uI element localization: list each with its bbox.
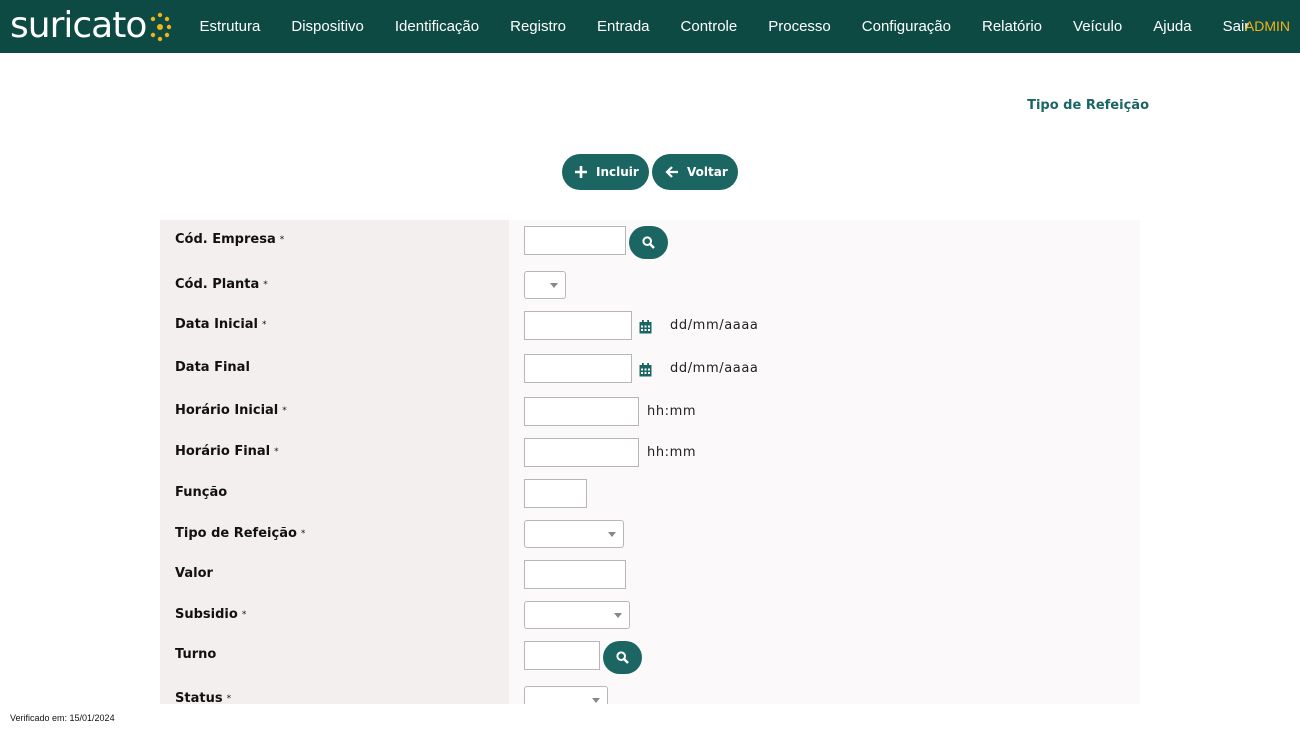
horario-inicial-input[interactable] [524, 397, 639, 426]
form-row-cod-empresa: Cód. Empresa * [160, 220, 1140, 265]
form-row-horario-inicial: Horário Inicial * hh:mm [160, 391, 1140, 432]
chevron-down-icon [592, 698, 600, 703]
logo[interactable]: suricato [10, 4, 172, 48]
menu-item-veiculo[interactable]: Veículo [1058, 18, 1138, 35]
subsidio-select[interactable] [524, 601, 630, 629]
menu-item-ajuda[interactable]: Ajuda [1138, 18, 1207, 35]
field-label: Data Inicial * [175, 317, 267, 332]
turno-input[interactable] [524, 641, 600, 670]
form-row-funcao: Função [160, 473, 1140, 514]
form-row-status: Status * [160, 679, 1140, 704]
menu-item-identificacao[interactable]: Identificação [379, 18, 494, 35]
plus-icon [575, 166, 587, 178]
top-navbar: suricato Estrutura Dispositivo Identific… [0, 0, 1300, 53]
valor-input[interactable] [524, 560, 626, 589]
menu-item-dispositivo[interactable]: Dispositivo [276, 18, 380, 35]
form-row-subsidio: Subsidio * [160, 595, 1140, 636]
time-format-hint: hh:mm [647, 404, 697, 419]
field-label: Horário Final * [175, 444, 279, 459]
verification-date: Verificado em: 15/01/2024 [10, 713, 115, 723]
include-button-label: Incluir [596, 165, 639, 179]
menu-item-relatorio[interactable]: Relatório [967, 18, 1058, 35]
turno-search-button[interactable] [603, 641, 642, 674]
field-label: Status * [175, 691, 232, 704]
field-label: Função [175, 485, 228, 500]
chevron-down-icon [614, 613, 622, 618]
form-row-data-inicial: Data Inicial * dd/mm/aaaa [160, 305, 1140, 348]
time-format-hint: hh:mm [647, 445, 697, 460]
horario-final-input[interactable] [524, 438, 639, 467]
cod-planta-select[interactable] [524, 271, 566, 299]
cod-empresa-search-button[interactable] [629, 226, 668, 259]
cod-empresa-input[interactable] [524, 226, 626, 255]
field-label: Horário Inicial * [175, 403, 287, 418]
search-icon [616, 651, 629, 664]
form-row-cod-planta: Cód. Planta * [160, 265, 1140, 305]
logo-dots-icon [151, 12, 172, 42]
calendar-icon[interactable] [639, 320, 652, 334]
form-row-valor: Valor [160, 555, 1140, 595]
field-label: Turno [175, 647, 217, 662]
date-format-hint: dd/mm/aaaa [670, 318, 759, 333]
menu-item-estrutura[interactable]: Estrutura [184, 18, 276, 35]
form-row-data-final: Data Final dd/mm/aaaa [160, 348, 1140, 391]
date-format-hint: dd/mm/aaaa [670, 361, 759, 376]
menu-item-registro[interactable]: Registro [495, 18, 582, 35]
data-final-input[interactable] [524, 354, 632, 383]
user-name[interactable]: ADMIN [1245, 0, 1290, 53]
main-menu: Estrutura Dispositivo Identificação Regi… [184, 0, 1265, 53]
menu-item-processo[interactable]: Processo [753, 18, 847, 35]
menu-item-entrada[interactable]: Entrada [581, 18, 665, 35]
form-row-tipo-refeicao: Tipo de Refeição * [160, 514, 1140, 555]
back-button-label: Voltar [687, 165, 728, 179]
field-label: Subsidio * [175, 607, 247, 622]
search-icon [642, 236, 655, 249]
menu-item-controle[interactable]: Controle [665, 18, 753, 35]
page-title: Tipo de Refeição [1027, 98, 1149, 113]
field-label: Tipo de Refeição * [175, 526, 306, 541]
meal-type-form: Cód. Empresa * Cód. Planta * Data Inicial *… [160, 220, 1140, 704]
form-row-horario-final: Horário Final * hh:mm [160, 432, 1140, 473]
field-label: Cód. Empresa * [175, 232, 285, 247]
calendar-icon[interactable] [639, 363, 652, 377]
back-button[interactable]: Voltar [652, 154, 738, 190]
action-bar: Incluir Voltar [562, 154, 738, 190]
status-select[interactable] [524, 686, 608, 704]
form-row-turno: Turno [160, 636, 1140, 679]
chevron-down-icon [550, 283, 558, 288]
field-label: Cód. Planta * [175, 277, 268, 292]
funcao-input[interactable] [524, 479, 587, 508]
tipo-refeicao-select[interactable] [524, 520, 624, 548]
field-label: Valor [175, 566, 213, 581]
data-inicial-input[interactable] [524, 311, 632, 340]
include-button[interactable]: Incluir [562, 154, 649, 190]
logo-text: suricato [10, 5, 147, 46]
field-label: Data Final [175, 360, 250, 375]
chevron-down-icon [608, 532, 616, 537]
arrow-left-icon [665, 166, 678, 178]
menu-item-configuracao[interactable]: Configuração [846, 18, 966, 35]
